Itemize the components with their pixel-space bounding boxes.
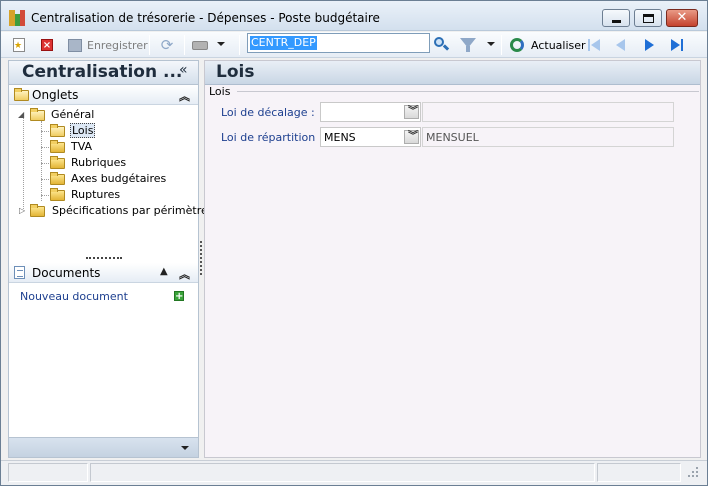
tree-item-label: Général	[51, 108, 95, 121]
offset-law-description	[422, 102, 674, 122]
tree-item-label: Lois	[70, 123, 96, 138]
folder-icon	[30, 108, 45, 121]
folder-icon	[50, 140, 65, 153]
offset-law-label: Loi de décalage :	[221, 106, 315, 119]
chevron-double-down-icon: ︾	[408, 106, 418, 117]
distribution-law-select[interactable]: MENS ︾	[320, 127, 421, 147]
minimize-button[interactable]	[602, 9, 630, 27]
tree-item-label: Spécifications par périmètre	[52, 204, 208, 217]
tree-item-rubriques[interactable]: Rubriques	[17, 155, 197, 171]
maximize-button[interactable]	[634, 9, 662, 27]
chevron-down-icon[interactable]	[181, 446, 189, 450]
folder-icon	[50, 124, 65, 137]
distribution-law-description: MENSUEL	[422, 127, 674, 147]
distribution-law-label: Loi de répartition :	[221, 131, 323, 144]
search-input-value: CENTR_DEP	[250, 36, 317, 50]
folder-icon	[30, 204, 45, 217]
application-window: Centralisation de trésorerie - Dépenses …	[0, 0, 708, 486]
distribution-law-value: MENS	[324, 131, 356, 144]
status-cell	[8, 463, 88, 482]
tree-item-specifications[interactable]: ▷ Spécifications par périmètre	[17, 203, 208, 219]
toolbar-separator	[149, 35, 150, 55]
navigation-header: Centralisation ... «	[9, 61, 198, 85]
expanded-icon[interactable]: ◢	[18, 110, 24, 119]
add-icon[interactable]: +	[174, 291, 184, 302]
content-header: Lois	[205, 61, 700, 85]
folder-icon	[50, 156, 65, 169]
tree-item-label: Rubriques	[71, 156, 127, 169]
documents-section-label: Documents	[32, 266, 101, 280]
app-icon	[9, 10, 25, 26]
offset-law-select[interactable]: ︾	[320, 102, 421, 122]
tree-item-label: Ruptures	[71, 188, 121, 201]
collapsed-icon[interactable]: ▷	[19, 206, 25, 215]
tabs-section-label: Onglets	[32, 88, 79, 102]
tree-item-lois[interactable]: Lois	[17, 123, 197, 139]
close-button[interactable]: ✕	[666, 9, 698, 27]
documents-section-header[interactable]: Documents ▲ ︽	[9, 263, 198, 283]
new-document-link[interactable]: Nouveau document	[20, 290, 128, 303]
page-title: Lois	[216, 62, 255, 82]
tree-item-label: TVA	[71, 140, 93, 153]
navigation-footer	[9, 437, 198, 457]
title-bar[interactable]: Centralisation de trésorerie - Dépenses …	[1, 1, 707, 31]
tree-item-axes-budgetaires[interactable]: Axes budgétaires	[17, 171, 197, 187]
maximize-icon	[643, 14, 654, 23]
status-cell	[90, 463, 595, 482]
chevron-double-down-icon: ︾	[408, 131, 418, 142]
folder-icon	[50, 172, 65, 185]
tree-item-tva[interactable]: TVA	[17, 139, 197, 155]
panel-splitter[interactable]	[200, 241, 202, 275]
tabs-section-header[interactable]: Onglets ︽	[9, 85, 198, 105]
tree-item-ruptures[interactable]: Ruptures	[17, 187, 197, 203]
group-label: Lois	[209, 85, 234, 98]
folder-icon	[14, 88, 29, 101]
chevron-up-icon[interactable]: ︽	[179, 88, 190, 104]
minimize-icon	[612, 20, 621, 23]
resize-grip-icon[interactable]	[687, 467, 699, 479]
navigation-title: Centralisation ...	[22, 62, 183, 82]
print-icon[interactable]	[192, 37, 208, 53]
navigation-panel: Centralisation ... « Onglets ︽ ◢ Général…	[8, 60, 208, 458]
refresh-icon[interactable]: ⟳	[159, 37, 175, 53]
tree-item-label: Axes budgétaires	[71, 172, 167, 185]
status-bar	[1, 460, 707, 485]
content-panel: Lois Lois Loi de décalage : ︾ Loi de rép…	[204, 60, 701, 458]
folder-icon	[50, 188, 65, 201]
dropdown-button[interactable]: ︾	[404, 130, 419, 144]
document-icon	[14, 266, 25, 279]
toolbar-separator	[184, 35, 185, 55]
resize-grip[interactable]	[86, 257, 122, 259]
collapse-up-icon[interactable]: ▲	[160, 266, 168, 277]
collapse-panel-icon[interactable]: «	[179, 62, 188, 78]
print-dropdown-icon[interactable]	[217, 42, 225, 46]
dropdown-button[interactable]: ︾	[404, 105, 419, 119]
save-button[interactable]: Enregistrer	[87, 39, 148, 52]
save-icon[interactable]	[67, 37, 83, 53]
tree-item-general[interactable]: ◢ Général	[17, 107, 197, 123]
chevron-up-icon[interactable]: ︽	[179, 266, 190, 282]
status-cell	[597, 463, 681, 482]
delete-icon[interactable]: ×	[39, 37, 55, 53]
group-divider	[237, 91, 699, 92]
close-icon: ✕	[676, 10, 688, 25]
new-icon[interactable]: ★	[11, 37, 27, 53]
window-title: Centralisation de trésorerie - Dépenses …	[31, 11, 380, 25]
toolbar-separator	[239, 35, 240, 55]
